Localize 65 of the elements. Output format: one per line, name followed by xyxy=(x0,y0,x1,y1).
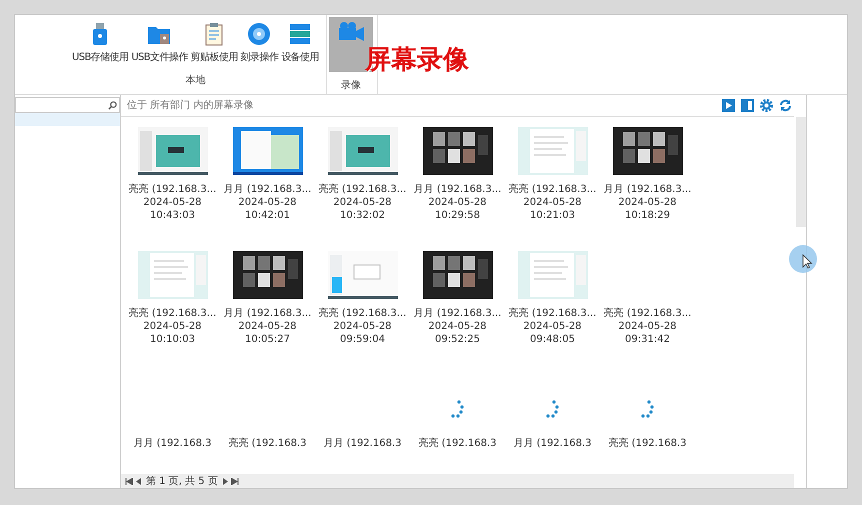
recording-name: 月月 (192.168.3... xyxy=(604,183,692,196)
recording-time: 09:59:04 xyxy=(340,333,385,346)
group-label: 录像 xyxy=(340,79,361,93)
caption: 屏幕录像 xyxy=(365,45,469,75)
recording-name: 亮亮 (192.168.3... xyxy=(508,183,596,196)
previous-page-icon[interactable] xyxy=(136,478,141,484)
next-page-icon[interactable] xyxy=(222,478,228,484)
recording-date: 2024-05-28 xyxy=(238,320,297,333)
search-field[interactable] xyxy=(15,97,120,113)
recording-time: 10:42:01 xyxy=(245,209,290,222)
recording-name: 月月 (192.168.3... xyxy=(224,183,312,196)
recording-date: 2024-05-28 xyxy=(143,196,202,209)
recording-name: 月月 (192.168.3... xyxy=(414,183,502,196)
recording-date: 2024-05-28 xyxy=(618,196,677,209)
page-indicator: 第 1 页, 共 5 页 xyxy=(146,474,218,488)
recording-time: 09:48:05 xyxy=(530,333,575,346)
recording-time: 10:10:03 xyxy=(150,333,195,346)
recording-date: 2024-05-28 xyxy=(428,320,487,333)
recording-name: 亮亮 (192.168.3 xyxy=(228,437,306,450)
cursor-icon xyxy=(789,245,819,275)
recording-name: 亮亮 (192.168.3... xyxy=(128,307,216,320)
recording-date: 2024-05-28 xyxy=(333,196,392,209)
refresh-icon[interactable] xyxy=(779,99,792,112)
panel-icon[interactable] xyxy=(741,99,754,112)
group-label: 本地 xyxy=(185,74,206,88)
recording-time: 09:52:25 xyxy=(435,333,480,346)
ribbon-button[interactable]: 刻录操作 xyxy=(240,21,280,65)
recording-name: 月月 (192.168.3 xyxy=(514,437,592,450)
recording-date: 2024-05-28 xyxy=(523,320,582,333)
first-page-icon[interactable] xyxy=(125,478,133,484)
recording-time: 10:21:03 xyxy=(530,209,575,222)
breadcrumb: 位于 所有部门 内的屏幕录像 xyxy=(127,98,254,113)
recording-date: 2024-05-28 xyxy=(618,320,677,333)
ribbon-button[interactable]: USB存储使用 xyxy=(71,21,130,65)
last-page-icon[interactable] xyxy=(230,478,239,484)
search-icon xyxy=(108,100,117,110)
recording-name: 月月 (192.168.3 xyxy=(324,437,402,450)
play-icon[interactable] xyxy=(722,99,735,112)
recording-date: 2024-05-28 xyxy=(523,196,582,209)
recording-time: 09:31:42 xyxy=(625,333,670,346)
ribbon-button[interactable]: 剪贴板使用 xyxy=(190,21,239,65)
ribbon-button[interactable]: USB文件操作 xyxy=(130,21,189,65)
recording-time: 10:29:58 xyxy=(435,209,480,222)
recording-time: 10:05:27 xyxy=(245,333,290,346)
scrollbar[interactable] xyxy=(796,117,806,227)
recording-name: 亮亮 (192.168.3... xyxy=(508,307,596,320)
recording-time: 10:32:02 xyxy=(340,209,385,222)
settings-icon[interactable] xyxy=(760,99,773,112)
disc-icon xyxy=(246,21,272,47)
recording-name: 亮亮 (192.168.3 xyxy=(608,437,686,450)
recording-name: 亮亮 (192.168.3... xyxy=(318,307,406,320)
recording-date: 2024-05-28 xyxy=(333,320,392,333)
recording-time: 10:18:29 xyxy=(625,209,670,222)
recording-name: 月月 (192.168.3... xyxy=(414,307,502,320)
recording-name: 月月 (192.168.3... xyxy=(224,307,312,320)
recording-name: 月月 (192.168.3 xyxy=(134,437,212,450)
recording-name: 亮亮 (192.168.3... xyxy=(604,307,692,320)
recording-date: 2024-05-28 xyxy=(143,320,202,333)
recording-name: 亮亮 (192.168.3 xyxy=(418,437,496,450)
recording-time: 10:43:03 xyxy=(150,209,195,222)
recording-name: 亮亮 (192.168.3... xyxy=(318,183,406,196)
recording-date: 2024-05-28 xyxy=(428,196,487,209)
recording-name: 亮亮 (192.168.3... xyxy=(128,183,216,196)
ribbon-button[interactable]: 设备使用 xyxy=(280,21,320,65)
recording-date: 2024-05-28 xyxy=(238,196,297,209)
